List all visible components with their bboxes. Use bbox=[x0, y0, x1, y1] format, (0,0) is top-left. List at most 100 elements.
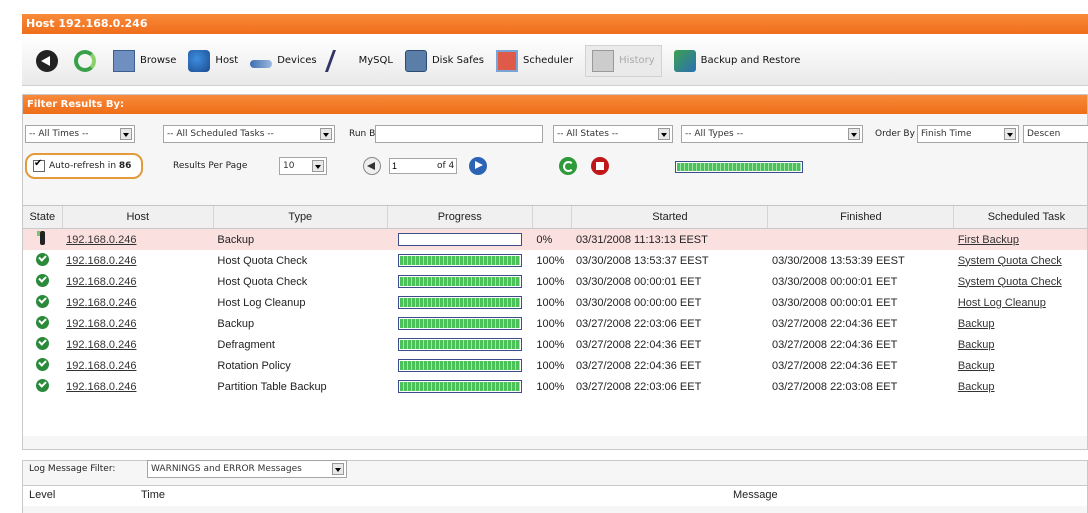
states-select[interactable]: -- All States -- bbox=[553, 125, 673, 143]
table-row[interactable]: 192.168.0.246 Partition Table Backup 100% 0… bbox=[23, 376, 1087, 397]
results-table: State Host Type Progress Started Finishe… bbox=[23, 206, 1087, 397]
state-cell bbox=[23, 292, 62, 313]
scheduled-task-cell[interactable]: Backup bbox=[954, 355, 1087, 376]
finished-cell: 03/27/2008 22:04:36 EET bbox=[768, 334, 954, 355]
scheduled-task-cell[interactable]: First Backup bbox=[953, 228, 1087, 250]
host-cell[interactable]: 192.168.0.246 bbox=[62, 271, 213, 292]
host-cell-text[interactable]: 192.168.0.246 bbox=[66, 381, 136, 393]
scheduled-task-cell[interactable]: System Quota Check bbox=[954, 271, 1087, 292]
go-refresh-icon[interactable] bbox=[559, 157, 577, 175]
host-cell-text[interactable]: 192.168.0.246 bbox=[66, 255, 136, 267]
host-cell[interactable]: 192.168.0.246 bbox=[62, 376, 213, 397]
percent-cell: 100% bbox=[532, 376, 572, 397]
scheduled-task-cell-text[interactable]: Backup bbox=[958, 339, 995, 351]
states-select-value: -- All States -- bbox=[557, 129, 619, 139]
chevron-down-icon bbox=[332, 463, 344, 475]
column-header-started[interactable]: Started bbox=[571, 206, 769, 229]
scheduled-task-cell-text[interactable]: Backup bbox=[958, 381, 995, 393]
host-cell[interactable]: 192.168.0.246 bbox=[62, 313, 213, 334]
table-row[interactable]: 192.168.0.246 Host Quota Check 100% 03/30/2… bbox=[23, 271, 1087, 292]
log-column-level[interactable]: Level bbox=[29, 489, 55, 501]
host-cell[interactable]: 192.168.0.246 bbox=[62, 355, 213, 376]
scheduled-task-cell-text[interactable]: System Quota Check bbox=[958, 276, 1062, 288]
table-row[interactable]: 192.168.0.246 Host Log Cleanup 100% 03/30/2… bbox=[23, 292, 1087, 313]
percent-cell-text: 100% bbox=[536, 380, 565, 393]
back-icon[interactable] bbox=[36, 49, 58, 72]
state-cell bbox=[23, 334, 62, 355]
state-cell bbox=[23, 228, 63, 250]
table-row[interactable]: 192.168.0.246 Backup 100% 03/27/2008 22:03:… bbox=[23, 313, 1087, 334]
toolbar-history-button[interactable]: History bbox=[585, 44, 662, 77]
host-cell-text[interactable]: 192.168.0.246 bbox=[66, 276, 136, 288]
table-row[interactable]: 192.168.0.246 Defragment 100% 03/27/2008 22… bbox=[23, 334, 1087, 355]
scheduled-task-cell-text[interactable]: Backup bbox=[958, 360, 995, 372]
scheduled-task-cell[interactable]: Backup bbox=[954, 376, 1087, 397]
stop-icon[interactable] bbox=[591, 157, 609, 175]
scheduled-task-cell[interactable]: System Quota Check bbox=[954, 250, 1087, 271]
host-cell[interactable]: 192.168.0.246 bbox=[62, 334, 213, 355]
table-row[interactable]: 192.168.0.246 Backup 0% 03/31/2008 11:13:13… bbox=[23, 228, 1087, 250]
success-check-icon bbox=[36, 378, 50, 392]
column-header-type[interactable]: Type bbox=[213, 206, 388, 229]
order-direction-select[interactable]: Descen bbox=[1023, 125, 1088, 143]
previous-page-icon[interactable] bbox=[363, 157, 381, 175]
scheduled-task-cell-text[interactable]: Backup bbox=[958, 318, 995, 330]
types-select[interactable]: -- All Types -- bbox=[681, 125, 863, 143]
finished-cell-text: 03/27/2008 22:04:36 EET bbox=[771, 338, 898, 351]
host-cell[interactable]: 192.168.0.246 bbox=[62, 228, 214, 250]
started-cell-text: 03/27/2008 22:04:36 EET bbox=[575, 359, 702, 372]
times-select[interactable]: -- All Times -- bbox=[25, 125, 135, 143]
column-header-percent[interactable] bbox=[532, 206, 573, 229]
toolbar-backup-restore-button[interactable]: Backup and Restore bbox=[673, 46, 800, 76]
toolbar-mysql-button[interactable]: MySQL bbox=[324, 46, 393, 76]
success-check-icon bbox=[36, 252, 50, 266]
column-header-state[interactable]: State bbox=[23, 206, 63, 229]
toolbar-devices-button[interactable]: Devices bbox=[250, 46, 317, 76]
scheduled-task-cell[interactable]: Backup bbox=[954, 334, 1087, 355]
started-cell: 03/30/2008 13:53:37 EEST bbox=[572, 250, 768, 271]
run-by-input[interactable] bbox=[375, 125, 543, 143]
type-cell: Backup bbox=[213, 313, 387, 334]
results-per-page-select[interactable]: 10 bbox=[279, 157, 327, 175]
table-header-row: State Host Type Progress Started Finishe… bbox=[23, 206, 1087, 229]
results-table-body: 192.168.0.246 Backup 0% 03/31/2008 11:13:13… bbox=[23, 228, 1087, 398]
host-cell-text[interactable]: 192.168.0.246 bbox=[66, 234, 136, 246]
column-header-host[interactable]: Host bbox=[62, 206, 214, 229]
order-by-select-value: Finish Time bbox=[921, 129, 972, 139]
log-column-message[interactable]: Message bbox=[733, 489, 778, 501]
scheduled-task-cell[interactable]: Host Log Cleanup bbox=[954, 292, 1087, 313]
log-filter-select[interactable]: WARNINGS and ERROR Messages bbox=[147, 460, 347, 478]
type-cell: Host Log Cleanup bbox=[213, 292, 387, 313]
scheduled-task-cell-text[interactable]: Host Log Cleanup bbox=[958, 297, 1046, 309]
column-header-finished[interactable]: Finished bbox=[767, 206, 955, 229]
scheduled-tasks-select[interactable]: -- All Scheduled Tasks -- bbox=[163, 125, 335, 143]
table-row[interactable]: 192.168.0.246 Host Quota Check 100% 03/30/2… bbox=[23, 250, 1087, 271]
scheduled-task-cell[interactable]: Backup bbox=[954, 313, 1087, 334]
host-cell[interactable]: 192.168.0.246 bbox=[62, 292, 213, 313]
column-header-scheduled-task[interactable]: Scheduled Task bbox=[953, 206, 1087, 229]
toolbar-scheduler-button[interactable]: Scheduler bbox=[496, 46, 573, 76]
finished-cell-text: 03/27/2008 22:03:08 EET bbox=[771, 380, 898, 393]
table-row[interactable]: 192.168.0.246 Rotation Policy 100% 03/27/20… bbox=[23, 355, 1087, 376]
toolbar-browse-button[interactable]: Browse bbox=[113, 46, 176, 76]
next-page-icon[interactable] bbox=[469, 157, 487, 175]
host-cell-text[interactable]: 192.168.0.246 bbox=[66, 360, 136, 372]
scheduled-task-cell-text[interactable]: First Backup bbox=[958, 234, 1019, 246]
toolbar-host-button[interactable]: Host bbox=[188, 46, 238, 76]
scheduled-task-cell-text[interactable]: System Quota Check bbox=[958, 255, 1062, 267]
toolbar-disk-safes-button[interactable]: Disk Safes bbox=[404, 46, 484, 76]
host-cell-text[interactable]: 192.168.0.246 bbox=[66, 339, 136, 351]
host-cell-text[interactable]: 192.168.0.246 bbox=[66, 297, 136, 309]
order-by-select[interactable]: Finish Time bbox=[917, 125, 1019, 143]
times-select-value: -- All Times -- bbox=[29, 129, 89, 139]
started-cell-text: 03/30/2008 00:00:01 EET bbox=[575, 275, 702, 288]
column-header-progress[interactable]: Progress bbox=[387, 206, 533, 229]
auto-refresh-checkbox[interactable]: Auto-refresh in 86 bbox=[25, 153, 143, 179]
log-column-time[interactable]: Time bbox=[141, 489, 165, 501]
started-cell: 03/27/2008 22:03:06 EET bbox=[572, 376, 768, 397]
auto-refresh-seconds: 86 bbox=[118, 161, 132, 171]
refresh-button[interactable] bbox=[74, 46, 101, 76]
host-cell-text[interactable]: 192.168.0.246 bbox=[66, 318, 136, 330]
percent-cell-text: 0% bbox=[536, 233, 553, 246]
host-cell[interactable]: 192.168.0.246 bbox=[62, 250, 213, 271]
